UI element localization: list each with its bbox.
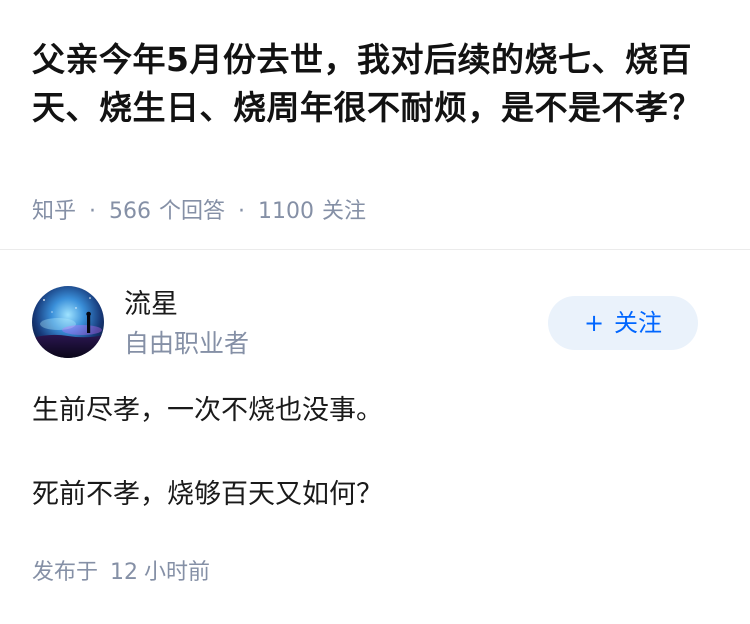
answer-card: 流星 自由职业者 + 关注 生前尽孝，一次不烧也没事。 死前不孝，烧够百天又如何？… bbox=[0, 251, 750, 624]
plus-icon: + bbox=[583, 309, 605, 337]
timestamp-prefix: 发布于 bbox=[32, 560, 99, 585]
timestamp-unit: 小时前 bbox=[144, 560, 211, 585]
avatar-night-sky-icon[interactable] bbox=[32, 286, 104, 358]
answer-paragraph: 死前不孝，烧够百天又如何？ bbox=[32, 479, 383, 510]
follower-count-unit[interactable]: 关注 bbox=[322, 199, 366, 224]
answer-content[interactable]: 生前尽孝，一次不烧也没事。 死前不孝，烧够百天又如何？ bbox=[32, 391, 722, 515]
question-meta: 知乎 · 566 个回答 · 1100 关注 bbox=[32, 196, 366, 228]
answer-count-unit[interactable]: 个回答 bbox=[159, 199, 225, 224]
question-header: 父亲今年5月份去世，我对后续的烧七、烧百天、烧生日、烧周年很不耐烦，是不是不孝？… bbox=[0, 0, 750, 250]
follower-count[interactable]: 1100 bbox=[258, 199, 314, 224]
meta-separator: · bbox=[89, 199, 97, 224]
follow-button[interactable]: + 关注 bbox=[548, 296, 698, 350]
question-title[interactable]: 父亲今年5月份去世，我对后续的烧七、烧百天、烧生日、烧周年很不耐烦，是不是不孝？ bbox=[32, 36, 722, 132]
meta-separator: · bbox=[238, 199, 246, 224]
answer-count[interactable]: 566 bbox=[109, 199, 151, 224]
timestamp-value: 12 bbox=[110, 560, 139, 585]
answer-paragraph: 生前尽孝，一次不烧也没事。 bbox=[32, 395, 383, 426]
author-name[interactable]: 流星 bbox=[124, 287, 178, 323]
avatar-image bbox=[32, 286, 104, 358]
author-bio: 自由职业者 bbox=[124, 329, 250, 358]
answer-timestamp: 发布于 12 小时前 bbox=[32, 557, 210, 589]
source-label[interactable]: 知乎 bbox=[32, 199, 76, 224]
follow-button-label: 关注 bbox=[614, 309, 663, 337]
